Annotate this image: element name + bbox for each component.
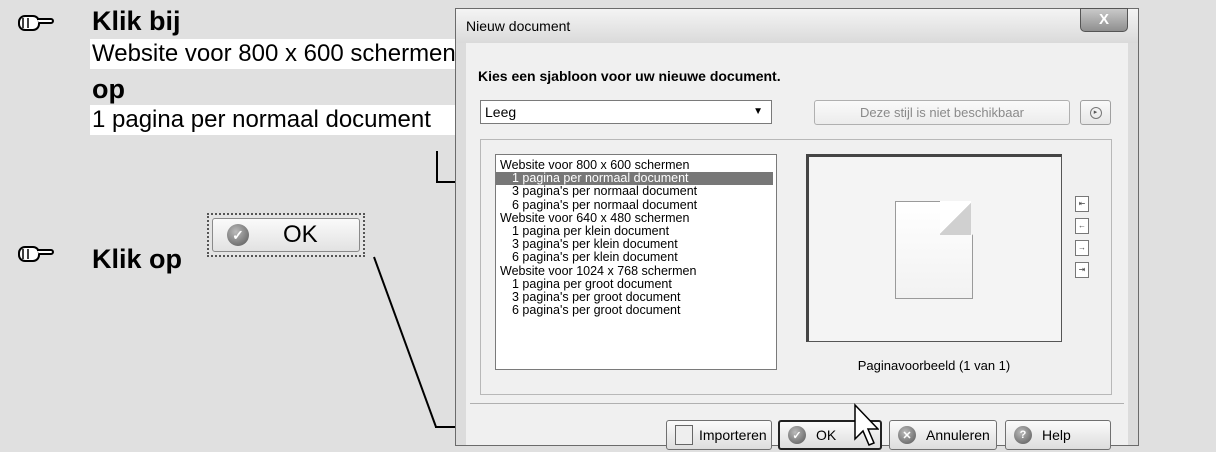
dialog-prompt: Kies een sjabloon voor uw nieuwe documen…	[478, 68, 781, 84]
close-button[interactable]: X	[1080, 8, 1128, 32]
help-button[interactable]: ? Help	[1005, 420, 1111, 450]
template-panel: Website voor 800 x 600 schermen 1 pagina …	[480, 139, 1112, 395]
ok-button-illustration-label: OK	[283, 221, 318, 248]
cancel-button[interactable]: ✕ Annuleren	[889, 420, 997, 450]
template-list-item[interactable]: 6 pagina's per klein document	[496, 251, 776, 264]
preview-caption: Paginavoorbeeld (1 van 1)	[857, 358, 1011, 373]
step2-heading: Klik op	[92, 244, 183, 274]
connector-line	[373, 256, 437, 428]
page-preview	[806, 154, 1062, 342]
template-list-item[interactable]: 3 pagina's per normaal document	[496, 185, 776, 198]
step1-on-label: op	[92, 74, 125, 104]
template-list-item[interactable]: 6 pagina's per normaal document	[496, 198, 776, 212]
template-list-item[interactable]: 6 pagina's per groot document	[496, 303, 776, 317]
template-group-item[interactable]: Website voor 1024 x 768 schermen	[496, 264, 776, 278]
preview-navigation: ⇤ ← → ⇥	[1075, 196, 1095, 284]
help-question-icon: ?	[1014, 426, 1032, 444]
template-list[interactable]: Website voor 800 x 600 schermen 1 pagina …	[495, 154, 777, 370]
step1-template-group: Website voor 800 x 600 schermen	[90, 39, 456, 69]
pointing-hand-icon	[18, 15, 54, 31]
dialog-title: Nieuw document	[466, 18, 571, 34]
dialog-content: Kies een sjabloon voor uw nieuwe documen…	[466, 43, 1128, 450]
chevron-down-icon: ▼	[753, 106, 763, 117]
page-fold	[940, 201, 971, 235]
first-page-icon[interactable]: ⇤	[1075, 196, 1089, 212]
style-select-value: Leeg	[485, 104, 517, 120]
connector-line	[436, 151, 438, 183]
new-document-dialog: Nieuw document X Kies een sjabloon voor …	[455, 8, 1139, 450]
next-page-icon[interactable]: →	[1075, 240, 1089, 256]
import-document-icon	[675, 425, 693, 445]
import-button[interactable]: Importeren	[666, 420, 772, 450]
dialog-titlebar[interactable]: Nieuw document X	[456, 8, 1138, 43]
divider	[470, 403, 1124, 404]
checkmark-icon: ✓	[227, 224, 249, 246]
style-select[interactable]: Leeg ▼	[480, 100, 772, 124]
ok-button-label: OK	[816, 427, 837, 443]
style-options-button[interactable]: ▸	[1080, 100, 1111, 125]
cancel-button-label: Annuleren	[926, 427, 990, 443]
style-unavailable-button[interactable]: Deze stijl is niet beschikbaar	[814, 100, 1070, 125]
template-group-item[interactable]: Website voor 640 x 480 schermen	[496, 211, 776, 225]
pointing-hand-icon	[18, 246, 54, 262]
last-page-icon[interactable]: ⇥	[1075, 262, 1089, 278]
previous-page-icon[interactable]: ←	[1075, 218, 1089, 234]
mouse-pointer-icon	[854, 403, 879, 446]
help-button-label: Help	[1042, 427, 1071, 443]
step1-heading: Klik bij	[92, 6, 181, 36]
template-list-item[interactable]: 1 pagina per groot document	[496, 277, 776, 291]
arrow-right-icon: ▸	[1089, 106, 1102, 119]
ok-button-illustration: ✓ OK	[207, 213, 365, 257]
cancel-x-icon: ✕	[898, 426, 916, 444]
step1-template-item: 1 pagina per normaal document	[90, 105, 456, 135]
checkmark-icon: ✓	[788, 426, 806, 444]
import-button-label: Importeren	[699, 427, 767, 443]
